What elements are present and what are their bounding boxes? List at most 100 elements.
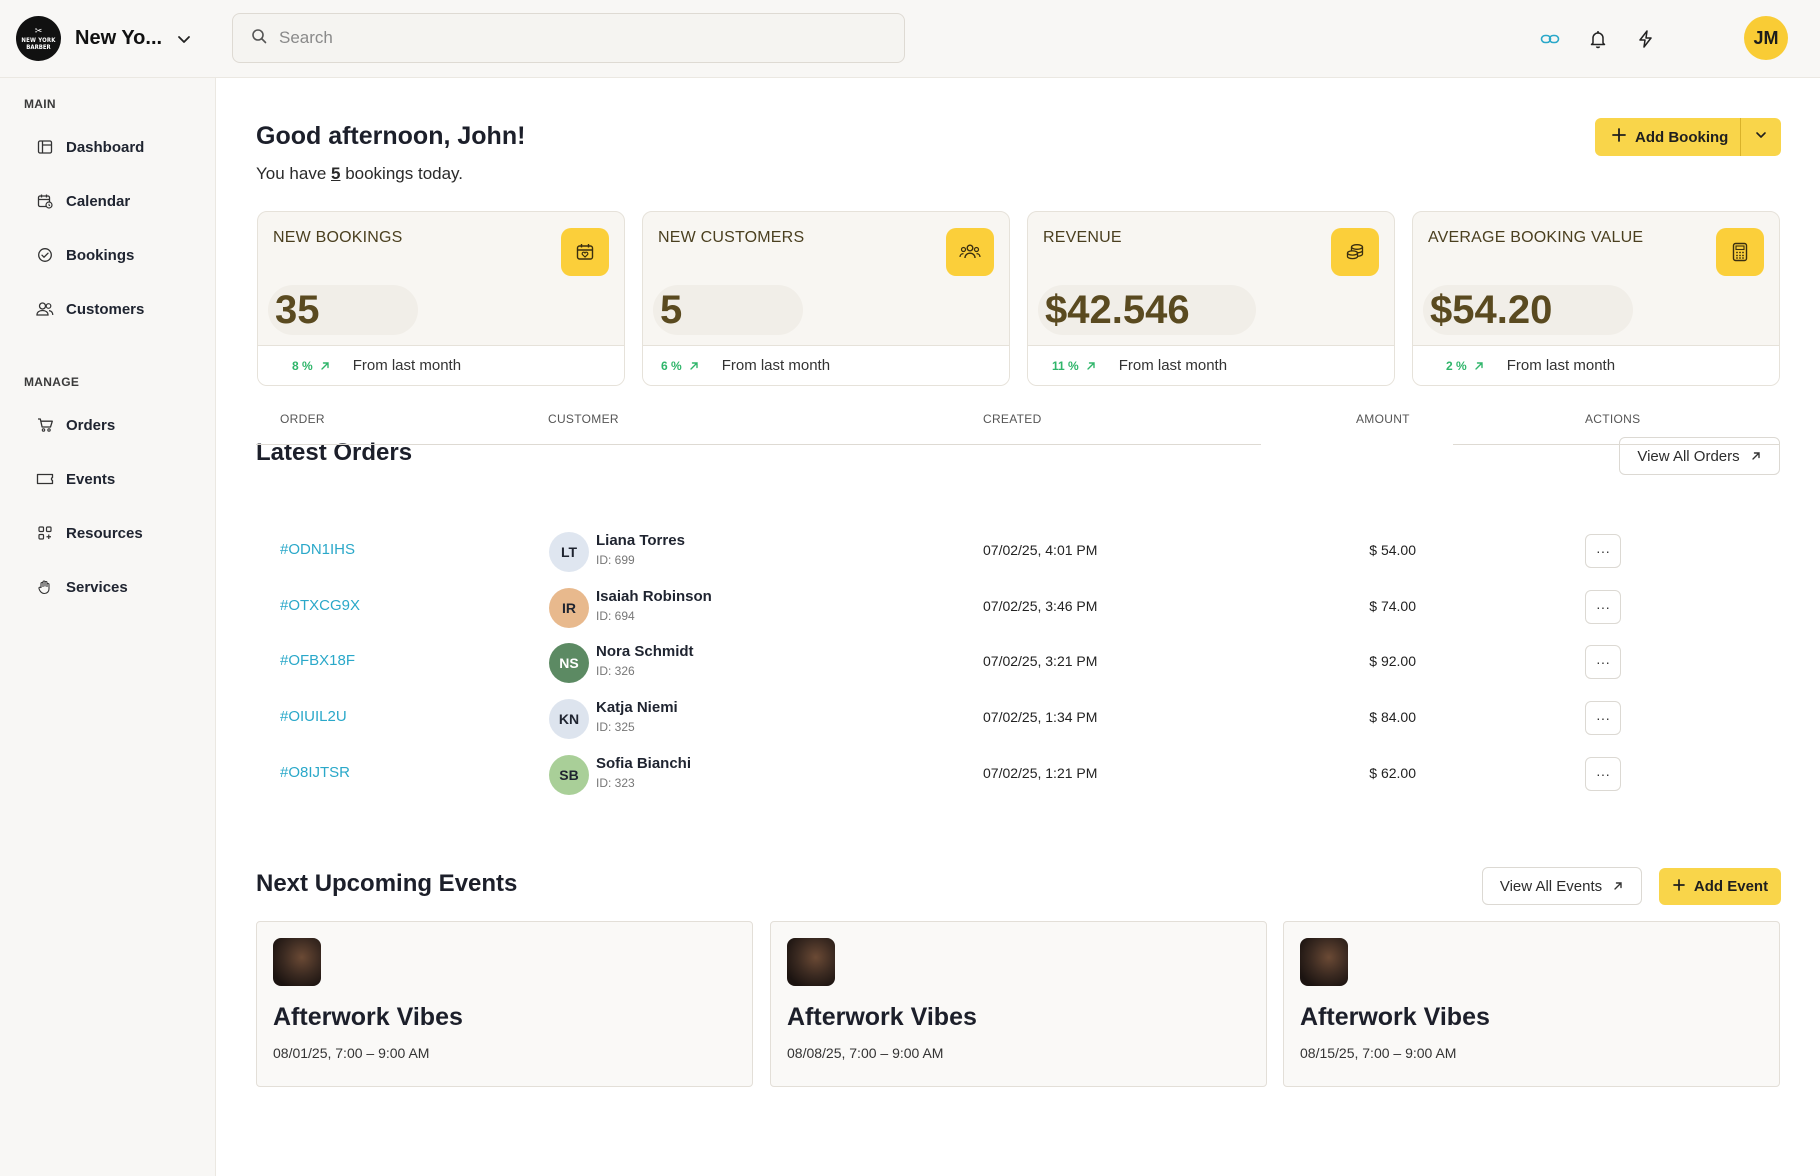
lightning-icon[interactable]: [1622, 24, 1670, 54]
stat-value: $54.20: [1430, 288, 1553, 332]
stat-change: 8 %: [292, 359, 331, 373]
event-date: 08/01/25, 7:00 – 9:00 AM: [273, 1045, 430, 1061]
stat-footer: 6 % From last month: [643, 345, 1009, 385]
upcoming-events-title: Next Upcoming Events: [256, 870, 518, 897]
customer-id: ID: 694: [596, 609, 635, 623]
add-event-button[interactable]: Add Event: [1659, 868, 1781, 905]
chevron-down-icon[interactable]: [176, 30, 194, 48]
arrow-up-right-icon: [1614, 882, 1622, 890]
row-actions-button[interactable]: ···: [1585, 701, 1621, 735]
sidebar-item-label: Events: [66, 470, 116, 488]
customer-avatar: IR: [549, 588, 589, 628]
sidebar-item-resources[interactable]: Resources: [36, 518, 143, 548]
event-title: Afterwork Vibes: [787, 1003, 977, 1031]
sidebar-item-orders[interactable]: Orders: [36, 410, 115, 440]
sidebar-item-dashboard[interactable]: Dashboard: [36, 132, 144, 162]
event-card[interactable]: Afterwork Vibes 08/01/25, 7:00 – 9:00 AM: [256, 921, 753, 1087]
stat-period: From last month: [721, 357, 831, 374]
add-booking-label: Add Booking: [1635, 128, 1729, 146]
table-row: #OFBX18F NS Nora Schmidt ID: 326 07/02/2…: [256, 634, 1776, 690]
order-id-link[interactable]: #ODN1IHS: [280, 541, 355, 558]
row-actions-button[interactable]: ···: [1585, 645, 1621, 679]
table-row: #ODN1IHS LT Liana Torres ID: 699 07/02/2…: [256, 523, 1776, 579]
order-amount: $ 54.00: [1369, 542, 1416, 558]
stat-footer: 8 % From last month: [258, 345, 624, 385]
customer-name: Isaiah Robinson: [596, 588, 712, 605]
stat-period: From last month: [1118, 357, 1228, 374]
brand-name: New Yo...: [75, 27, 163, 49]
table-divider: [256, 444, 1261, 445]
order-amount: $ 62.00: [1369, 765, 1416, 781]
order-amount: $ 84.00: [1369, 709, 1416, 725]
calendar-icon: [36, 192, 54, 210]
customer-id: ID: 323: [596, 776, 635, 790]
cart-icon: [36, 416, 54, 434]
sidebar-item-calendar[interactable]: Calendar: [36, 186, 130, 216]
stat-change-value: 2 %: [1446, 358, 1467, 373]
stat-change-value: 6 %: [661, 358, 682, 373]
ticket-icon: [36, 470, 54, 488]
sidebar-item-label: Dashboard: [66, 138, 145, 156]
sidebar-item-services[interactable]: Services: [36, 572, 128, 602]
calendar-heart-icon: [561, 228, 609, 276]
scissors-icon: ✂: [34, 25, 43, 37]
calculator-icon: [1716, 228, 1764, 276]
arrow-up-right-icon: [689, 361, 698, 370]
stat-change: 6 %: [661, 359, 700, 373]
event-thumbnail: [1300, 938, 1348, 986]
stat-change-value: 8 %: [292, 358, 313, 373]
event-card[interactable]: Afterwork Vibes 08/08/25, 7:00 – 9:00 AM: [770, 921, 1267, 1087]
user-avatar[interactable]: JM: [1744, 16, 1788, 60]
summary-prefix: You have: [256, 164, 331, 183]
customer-avatar: SB: [549, 755, 589, 795]
column-header-customer: CUSTOMER: [548, 412, 619, 426]
sidebar-item-label: Calendar: [66, 192, 131, 210]
sidebar-item-label: Orders: [66, 416, 116, 434]
order-id-link[interactable]: #OIUIL2U: [280, 708, 347, 725]
event-title: Afterwork Vibes: [1300, 1003, 1490, 1031]
event-thumbnail: [787, 938, 835, 986]
row-actions-button[interactable]: ···: [1585, 757, 1621, 791]
event-card[interactable]: Afterwork Vibes 08/15/25, 7:00 – 9:00 AM: [1283, 921, 1780, 1087]
view-all-orders-button[interactable]: View All Orders: [1619, 437, 1780, 475]
add-booking-dropdown[interactable]: [1740, 118, 1781, 156]
order-id-link[interactable]: #O8IJTSR: [280, 764, 350, 781]
stat-card-revenue: REVENUE $42.546 11 % From last month: [1027, 211, 1395, 386]
add-booking-main[interactable]: Add Booking: [1595, 118, 1740, 156]
add-booking-button[interactable]: Add Booking: [1595, 118, 1781, 156]
link-icon[interactable]: [1526, 24, 1574, 54]
sidebar-item-label: Services: [66, 578, 128, 596]
bell-icon[interactable]: [1574, 24, 1622, 54]
order-amount: $ 74.00: [1369, 598, 1416, 614]
sidebar-item-events[interactable]: Events: [36, 464, 115, 494]
order-id-link[interactable]: #OFBX18F: [280, 652, 355, 669]
row-actions-button[interactable]: ···: [1585, 590, 1621, 624]
view-all-events-label: View All Events: [1499, 877, 1603, 895]
column-header-order: ORDER: [280, 412, 325, 426]
stat-card-average-booking-value: AVERAGE BOOKING VALUE $54.20 2 % From la…: [1412, 211, 1780, 386]
sidebar-item-bookings[interactable]: Bookings: [36, 240, 134, 270]
customer-name: Nora Schmidt: [596, 643, 694, 660]
search-input[interactable]: [279, 28, 839, 48]
arrow-up-right-icon: [1087, 361, 1095, 370]
customer-id: ID: 699: [596, 553, 635, 567]
search-bar[interactable]: [232, 13, 905, 63]
customer-avatar: KN: [549, 699, 589, 739]
event-title: Afterwork Vibes: [273, 1003, 463, 1031]
row-actions-button[interactable]: ···: [1585, 534, 1621, 568]
workspace-switcher[interactable]: ✂ NEW YORK BARBER New Yo...: [16, 16, 194, 61]
table-row: #O8IJTSR SB Sofia Bianchi ID: 323 07/02/…: [256, 746, 1776, 802]
plus-icon: [1672, 878, 1686, 896]
order-created: 07/02/25, 3:21 PM: [983, 653, 1098, 669]
top-bar: ✂ NEW YORK BARBER New Yo... JM: [0, 0, 1820, 78]
sidebar-item-customers[interactable]: Customers: [36, 294, 144, 324]
customer-name: Katja Niemi: [596, 699, 678, 716]
order-id-link[interactable]: #OTXCG9X: [280, 597, 360, 614]
check-circle-icon: [36, 246, 54, 264]
view-all-events-button[interactable]: View All Events: [1482, 867, 1642, 905]
sidebar-item-label: Customers: [66, 300, 145, 318]
event-thumbnail: [273, 938, 321, 986]
arrow-up-right-icon: [1474, 361, 1483, 370]
order-created: 07/02/25, 1:21 PM: [983, 765, 1098, 781]
stat-change: 11 %: [1052, 359, 1097, 373]
